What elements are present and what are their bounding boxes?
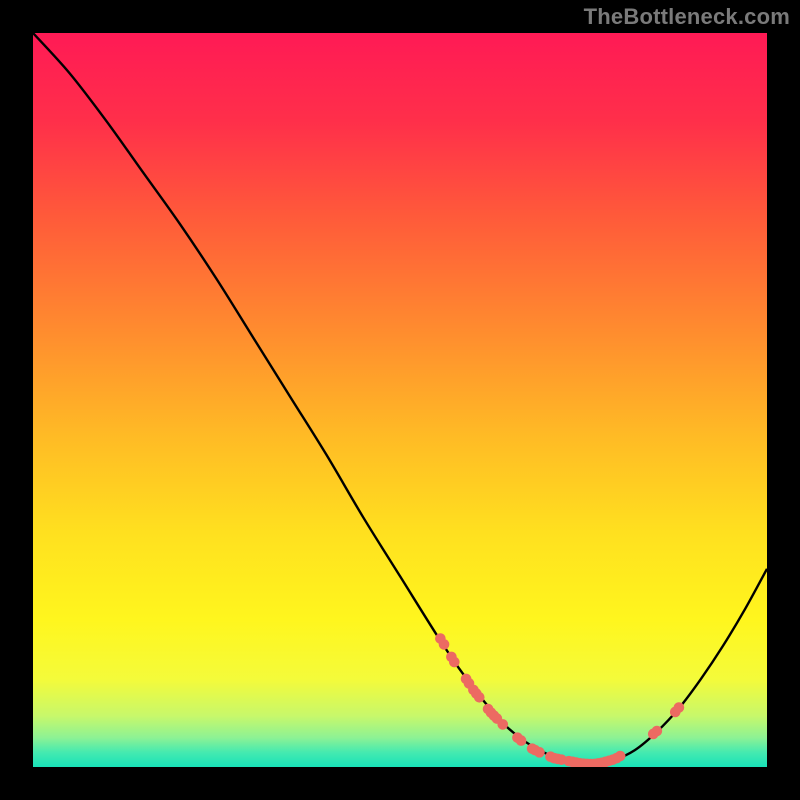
marker-dot bbox=[534, 747, 545, 758]
marker-dot bbox=[615, 751, 626, 762]
bottleneck-chart bbox=[33, 33, 767, 767]
marker-dot bbox=[652, 726, 663, 737]
marker-dot bbox=[474, 692, 485, 703]
marker-dot bbox=[497, 719, 508, 730]
figure-frame: TheBottleneck.com bbox=[0, 0, 800, 800]
marker-dot bbox=[439, 639, 450, 650]
marker-dot bbox=[449, 657, 460, 668]
plot-area bbox=[33, 33, 767, 767]
marker-dot bbox=[674, 702, 685, 713]
marker-dot bbox=[516, 735, 527, 746]
chart-background bbox=[33, 33, 767, 767]
watermark-text: TheBottleneck.com bbox=[584, 4, 790, 30]
